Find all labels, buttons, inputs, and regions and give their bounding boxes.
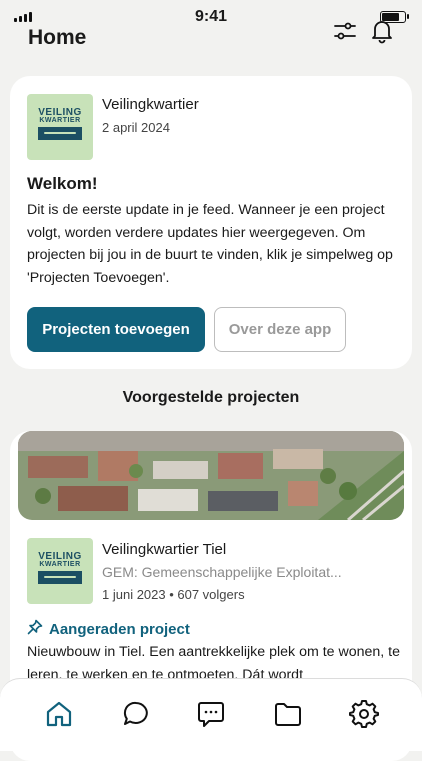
recommended-tag: Aangeraden project bbox=[27, 619, 190, 639]
project-organization: GEM: Gemeenschappelijke Exploitat... bbox=[102, 564, 342, 580]
welcome-title: Welkom! bbox=[27, 174, 98, 193]
status-time: 9:41 bbox=[194, 8, 228, 25]
source-name: Veilingkwartier bbox=[102, 96, 199, 113]
page-title: Home bbox=[28, 26, 87, 49]
bell-icon[interactable] bbox=[369, 18, 395, 44]
veilingkwartier-logo: VEILING KWARTIER bbox=[27, 538, 93, 604]
pin-icon bbox=[27, 619, 43, 639]
project-name: Veilingkwartier Tiel bbox=[102, 541, 227, 558]
suggested-projects-title: Voorgestelde projecten bbox=[122, 389, 300, 406]
home-icon[interactable] bbox=[44, 699, 74, 729]
message-icon[interactable] bbox=[196, 699, 226, 729]
settings-icon[interactable] bbox=[349, 699, 379, 729]
add-projects-button[interactable]: Projecten toevoegen bbox=[27, 307, 205, 352]
project-aerial-image bbox=[18, 431, 404, 520]
folder-icon[interactable] bbox=[273, 699, 303, 729]
post-date: 2 april 2024 bbox=[102, 120, 170, 135]
sliders-icon[interactable] bbox=[332, 18, 358, 44]
chat-icon[interactable] bbox=[121, 699, 151, 729]
project-meta: 1 juni 2023 • 607 volgers bbox=[102, 587, 245, 602]
welcome-card: VEILING KWARTIER Veilingkwartier 2 april… bbox=[10, 76, 412, 369]
recommended-label: Aangeraden project bbox=[49, 620, 190, 638]
about-app-button[interactable]: Over deze app bbox=[214, 307, 346, 352]
veilingkwartier-logo: VEILING KWARTIER bbox=[27, 94, 93, 160]
tab-bar bbox=[0, 678, 422, 751]
welcome-body: Dit is de eerste update in je feed. Wann… bbox=[27, 202, 393, 286]
